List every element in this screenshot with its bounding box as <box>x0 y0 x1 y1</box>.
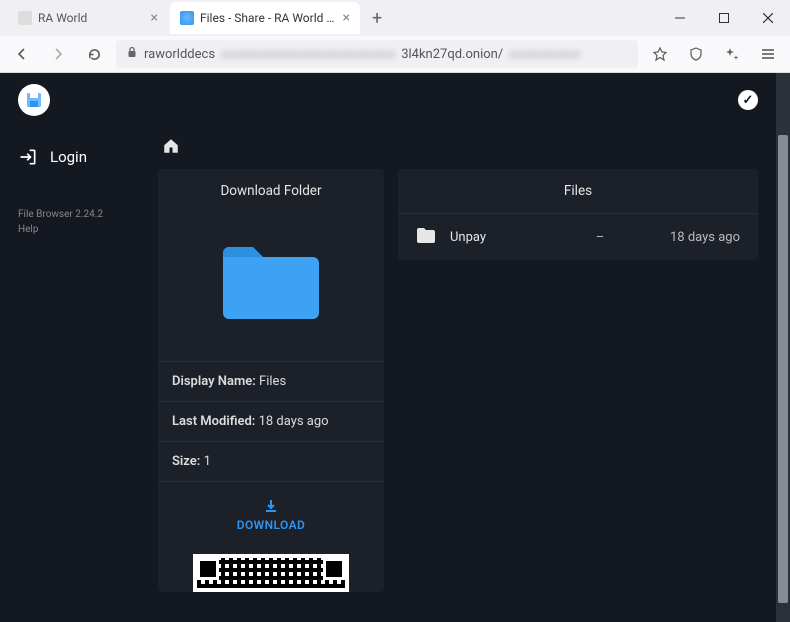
forward-button[interactable] <box>44 40 72 68</box>
tab-title: Files - Share - RA World Leak <box>200 11 337 25</box>
file-row[interactable]: Unpay – 18 days ago <box>398 213 758 260</box>
url-bar[interactable]: raworlddecs xxxxxxxxxxxxxxxxxxxxxxxxxxx 3l… <box>116 40 638 68</box>
tab-title: RA World <box>38 11 145 25</box>
login-icon <box>18 147 38 167</box>
scrollbar-thumb[interactable] <box>778 135 788 603</box>
display-name-label: Display Name: <box>172 374 256 389</box>
last-modified-value: 18 days ago <box>259 414 329 429</box>
tab-ra-world[interactable]: RA World × <box>8 2 168 34</box>
top-bar: ✓ <box>0 73 776 127</box>
bookmark-button[interactable] <box>646 40 674 68</box>
app-logo[interactable] <box>18 84 50 116</box>
new-tab-button[interactable]: + <box>362 8 392 29</box>
folder-icon <box>416 226 436 248</box>
download-icon <box>263 498 279 514</box>
url-redacted-tail: xxxxxxxxxxx <box>509 47 580 62</box>
url-prefix: raworlddecs <box>144 47 215 62</box>
cards-row: Download Folder Display Name: Files Last… <box>158 169 758 592</box>
files-card: Files Unpay – 18 days ago <box>398 169 758 260</box>
card-title: Files <box>398 169 758 213</box>
sparkle-button[interactable] <box>718 40 746 68</box>
favicon-filebrowser <box>180 11 194 25</box>
menu-button[interactable] <box>754 40 782 68</box>
url-redacted: xxxxxxxxxxxxxxxxxxxxxxxxxxx <box>221 47 395 62</box>
scrollbar-track[interactable] <box>776 73 790 622</box>
download-button[interactable]: DOWNLOAD <box>158 481 384 546</box>
favicon-blank <box>18 11 32 25</box>
file-date: 18 days ago <box>630 230 740 245</box>
maximize-button[interactable] <box>702 0 746 36</box>
close-icon[interactable]: × <box>151 11 158 25</box>
shield-button[interactable] <box>682 40 710 68</box>
page-content: ✓ Login File Browser 2.24.2 Help Downloa… <box>0 73 790 622</box>
tabs-bar: RA World × Files - Share - RA World Leak… <box>0 0 790 36</box>
main: Download Folder Display Name: Files Last… <box>150 73 776 622</box>
check-icon[interactable]: ✓ <box>738 90 758 110</box>
tab-files-share[interactable]: Files - Share - RA World Leak × <box>170 2 360 34</box>
home-icon[interactable] <box>162 137 180 155</box>
back-button[interactable] <box>8 40 36 68</box>
size-row: Size: 1 <box>158 441 384 481</box>
minimize-button[interactable] <box>658 0 702 36</box>
folder-preview <box>158 213 384 361</box>
card-title: Download Folder <box>158 169 384 213</box>
close-icon[interactable]: × <box>343 11 350 25</box>
size-label: Size: <box>172 454 200 469</box>
reload-button[interactable] <box>80 40 108 68</box>
display-name-row: Display Name: Files <box>158 361 384 401</box>
size-value: 1 <box>204 454 211 469</box>
lock-icon <box>126 46 138 62</box>
close-window-button[interactable] <box>746 0 790 36</box>
nav-bar: raworlddecs xxxxxxxxxxxxxxxxxxxxxxxxxxx 3l… <box>0 36 790 72</box>
download-folder-card: Download Folder Display Name: Files Last… <box>158 169 384 592</box>
login-label: Login <box>50 148 87 166</box>
help-link[interactable]: Help <box>18 222 132 237</box>
file-size: – <box>570 230 630 245</box>
window-controls <box>658 0 790 36</box>
folder-icon <box>219 239 323 325</box>
browser-chrome: RA World × Files - Share - RA World Leak… <box>0 0 790 73</box>
qr-code <box>193 554 349 592</box>
login-button[interactable]: Login <box>0 137 150 177</box>
file-browser-version[interactable]: File Browser 2.24.2 <box>18 207 132 222</box>
sidebar-meta: File Browser 2.24.2 Help <box>0 177 150 237</box>
display-name-value: Files <box>259 374 286 389</box>
last-modified-label: Last Modified: <box>172 414 255 429</box>
file-name: Unpay <box>450 230 570 245</box>
qr-code-section <box>158 546 384 592</box>
last-modified-row: Last Modified: 18 days ago <box>158 401 384 441</box>
sidebar: Login File Browser 2.24.2 Help <box>0 73 150 622</box>
download-label: DOWNLOAD <box>237 518 305 532</box>
floppy-disk-icon <box>25 91 43 109</box>
url-suffix: 3l4kn27qd.onion/ <box>401 47 503 62</box>
breadcrumb <box>158 137 758 169</box>
